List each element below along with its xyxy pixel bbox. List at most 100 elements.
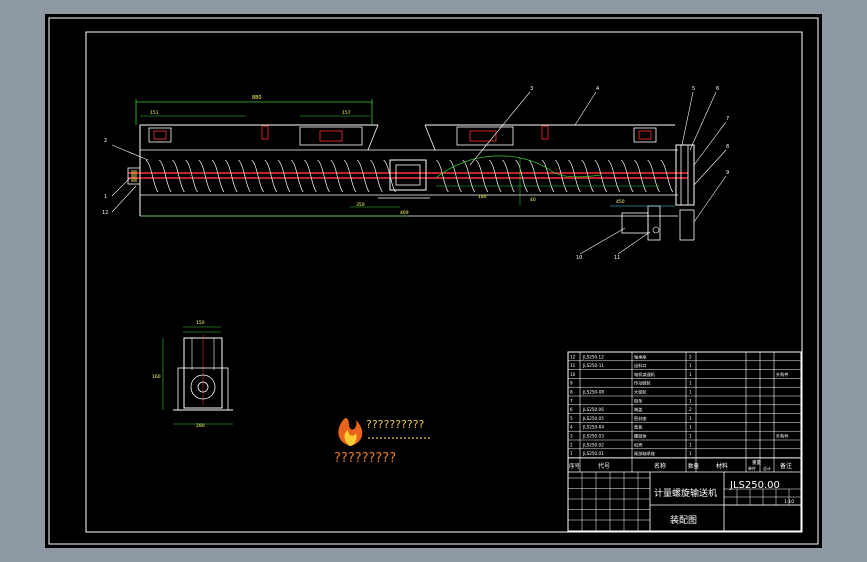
bom-qty: 1 <box>689 390 692 395</box>
bom-name: 端盖 <box>634 406 642 413</box>
flight-segment <box>568 159 581 193</box>
hdr-single: 单件 <box>748 465 756 471</box>
bom-code: JLS250.02 <box>582 442 604 447</box>
bom-code: JLS250-11 <box>582 363 604 368</box>
scale-value: 1:10 <box>784 499 794 505</box>
flight-segment <box>224 159 238 193</box>
bom-note: 外购件 <box>776 433 789 440</box>
flight-segment <box>634 159 647 193</box>
flight-segment <box>370 159 383 193</box>
bom-name: 传动链轮 <box>634 380 652 387</box>
hdr-code: 代号 <box>598 462 610 470</box>
bom-name: 螺旋体 <box>634 433 647 440</box>
flight-segment <box>264 159 278 193</box>
flight-segment <box>502 159 515 193</box>
bom-code: JLS250-08 <box>582 390 604 395</box>
part-label-7: 7 <box>726 116 729 122</box>
flight-segment <box>158 159 172 193</box>
bom-no: 11 <box>570 363 576 368</box>
dim-mid-a-label: 180 <box>478 194 487 200</box>
part-label-3: 3 <box>530 86 533 92</box>
bom-code: JLS250.01 <box>582 451 604 456</box>
watermark: ?????????? ????????? <box>334 418 432 466</box>
bom-qty: 2 <box>689 407 692 412</box>
bom-code: JLS250.03 <box>582 434 604 439</box>
flight-segment <box>356 159 370 193</box>
dim-bottom-total-label: 469 <box>400 210 409 216</box>
drawing-number: JLS250.00 <box>729 480 780 491</box>
bom-no: 4 <box>570 425 573 430</box>
inner-border <box>85 31 803 533</box>
hdr-note: 备注 <box>780 462 792 470</box>
flight-segment <box>330 159 344 193</box>
bom-qty: 1 <box>689 425 692 430</box>
bom-no: 6 <box>570 407 573 412</box>
bom-qty: 2 <box>689 354 692 359</box>
flight-segment <box>251 159 264 193</box>
bom-no: 10 <box>570 372 576 377</box>
flight-segment <box>488 159 502 193</box>
bom-qty: 1 <box>689 372 692 377</box>
section-width-label: 150 <box>196 320 205 326</box>
bom-note: 外购件 <box>776 371 789 378</box>
watermark-line2: ????????? <box>334 451 396 466</box>
bom-qty: 1 <box>689 398 692 403</box>
bom-no: 12 <box>570 354 576 359</box>
bom-no: 8 <box>570 390 573 395</box>
dim-mid-b-label: 40 <box>530 197 536 203</box>
bom-qty: 1 <box>689 434 692 439</box>
bom-rows: 12 JLS250.12 轴承座 211 JLS250-11 出料口 110 电机减速机 1 外购… <box>568 353 801 458</box>
end-section-view: 150 160 280 <box>152 320 233 429</box>
flight-segment <box>304 159 317 193</box>
title-block: 12 JLS250.12 轴承座 211 JLS250-11 出料口 110 电机减速机 1 外购… <box>567 351 802 532</box>
bom-no: 7 <box>570 398 573 403</box>
flight-segment <box>541 159 555 193</box>
flight-segment <box>290 159 304 193</box>
part-label-8: 8 <box>726 144 729 150</box>
hdr-material: 材料 <box>716 462 728 470</box>
flight-segment <box>211 159 225 193</box>
bom-no: 5 <box>570 416 573 421</box>
part-label-4: 4 <box>596 86 599 92</box>
bom-name: 大链轮 <box>634 389 647 396</box>
flight-segment <box>145 159 159 193</box>
bom-name: 轴承座 <box>634 353 647 360</box>
watermark-line1: ?????????? <box>366 418 425 431</box>
conveyor-main-view: 880 151 157 469 350 180 40 450 2 1 12 3 … <box>102 86 729 261</box>
dim-left-a-label: 151 <box>150 110 159 116</box>
hdr-qty: 数量 <box>688 462 700 470</box>
bom-code: JLS250.12 <box>582 354 604 359</box>
section-bottom-label: 280 <box>196 423 205 429</box>
flight-segment <box>238 159 251 193</box>
flight-segment <box>660 159 674 193</box>
bom-name: 密封座 <box>634 415 647 422</box>
bom-no: 2 <box>570 442 573 447</box>
bom-name: 链条 <box>634 397 643 404</box>
bom-no: 9 <box>570 381 573 386</box>
bom-code: JLS250-04 <box>582 425 604 430</box>
dim-left-b-label: 157 <box>342 110 351 116</box>
flight-segment <box>528 159 542 193</box>
hdr-name: 名称 <box>654 462 666 470</box>
flight-segment <box>462 159 476 193</box>
part-label-2: 2 <box>104 138 107 144</box>
bom-qty: 1 <box>689 416 692 421</box>
flight-segment <box>607 159 621 193</box>
flight-segment <box>515 159 528 193</box>
outer-border <box>48 17 819 545</box>
part-label-6: 6 <box>716 86 719 92</box>
drawing-subtitle: 装配图 <box>670 514 697 526</box>
dim-motor-label: 450 <box>616 199 625 205</box>
bom-no: 1 <box>570 451 573 456</box>
flight-segment <box>343 159 357 193</box>
flight-segment <box>647 159 660 193</box>
flight-segment <box>620 159 634 193</box>
part-label-9: 9 <box>726 170 729 176</box>
part-label-11: 11 <box>614 255 620 261</box>
bom-name: 出料口 <box>634 362 647 369</box>
flight-segment <box>475 159 489 193</box>
hdr-total: 总计 <box>763 465 771 471</box>
dim-overall-label: 880 <box>252 95 262 101</box>
cad-drawing[interactable]: 880 151 157 469 350 180 40 450 2 1 12 3 … <box>0 0 867 562</box>
dim-flange-label: 350 <box>356 202 365 208</box>
